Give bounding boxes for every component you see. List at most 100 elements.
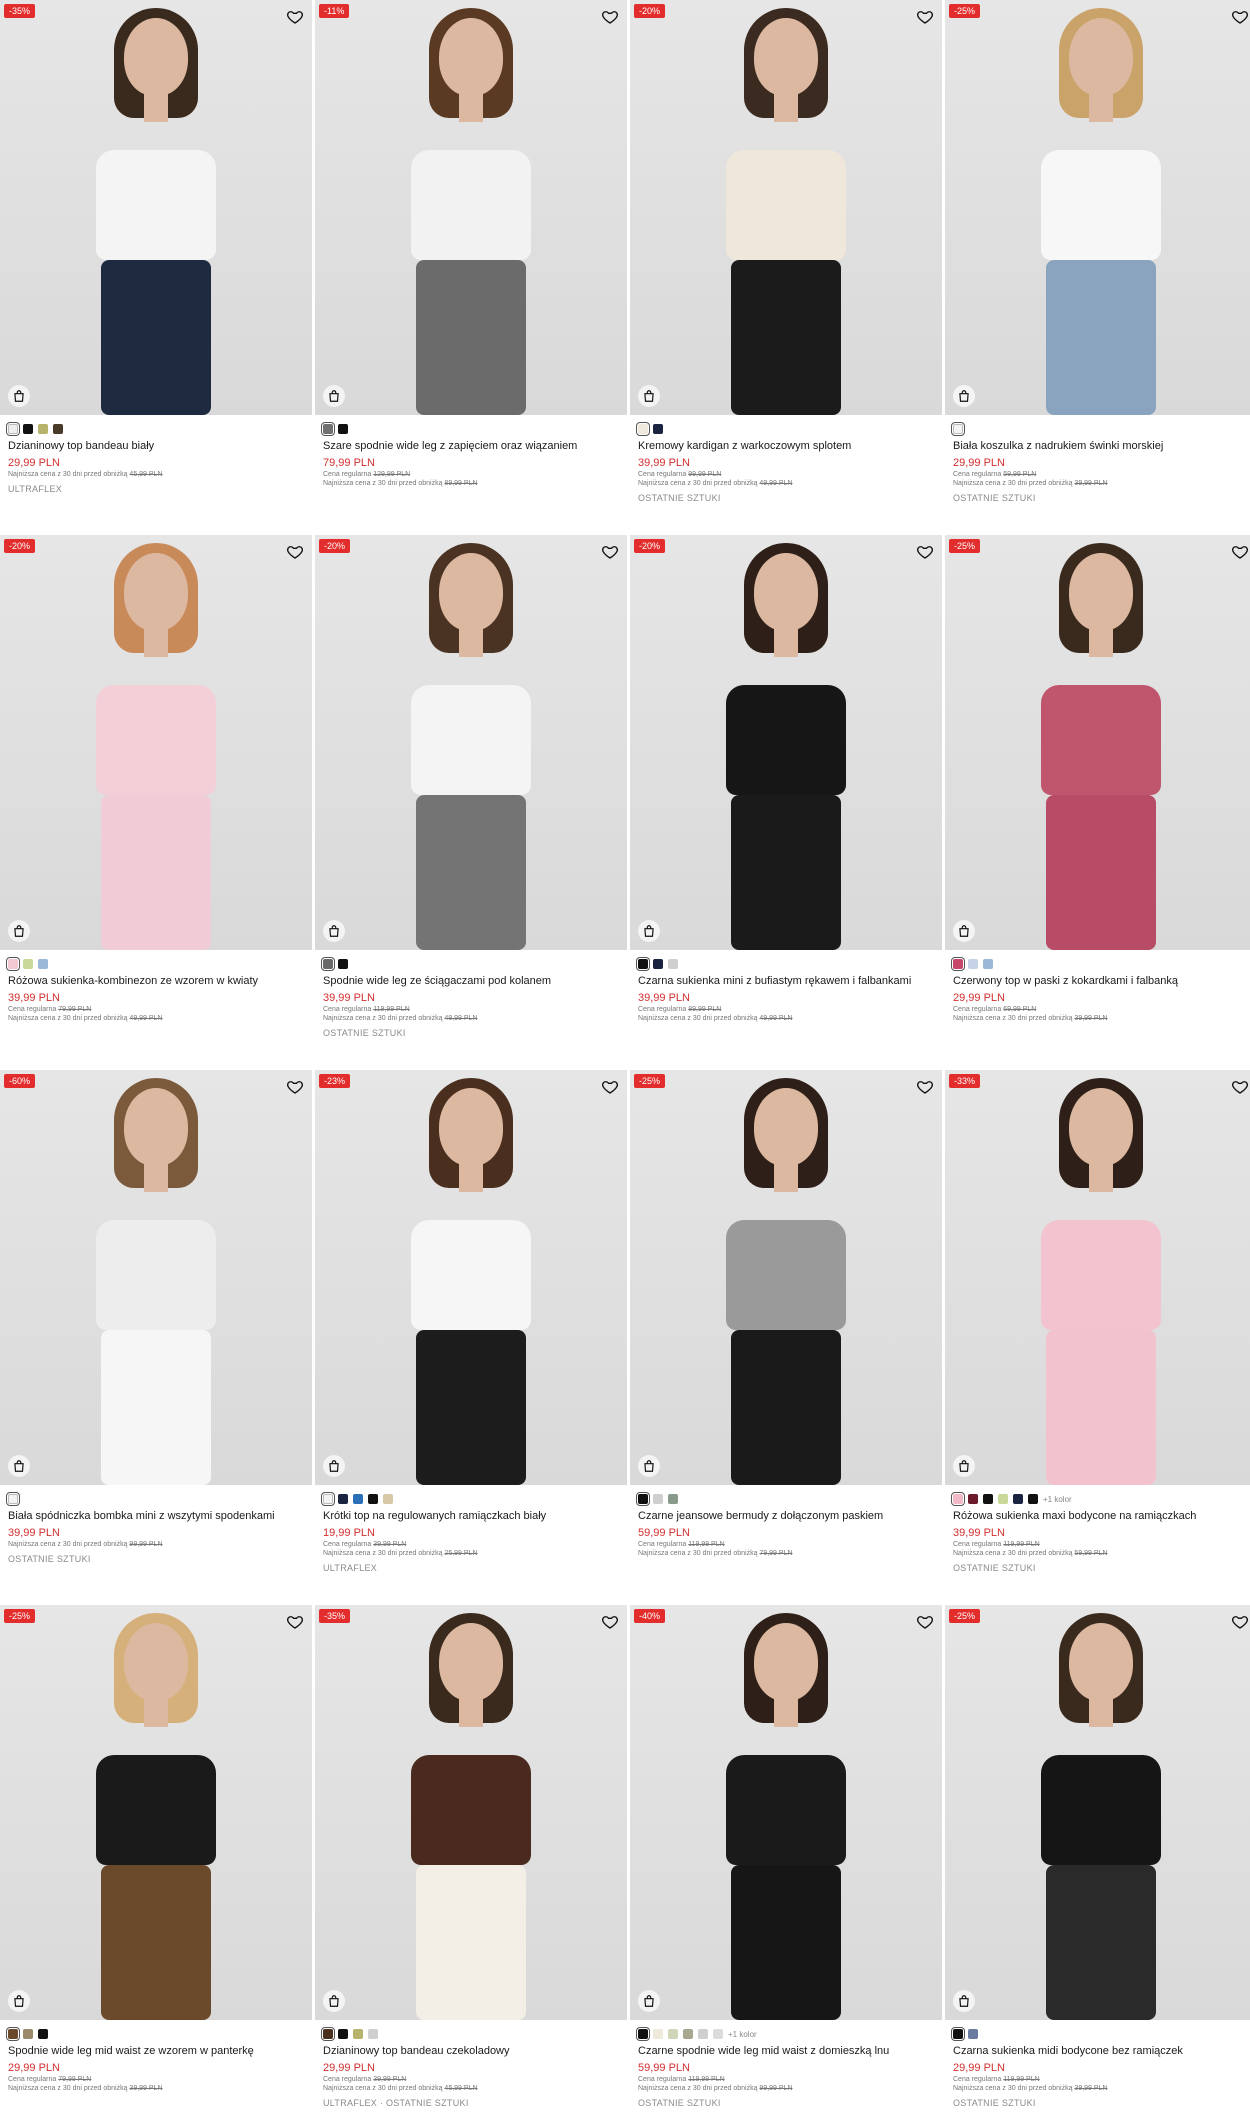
product-image[interactable]: -35% <box>0 0 312 415</box>
color-swatch[interactable] <box>998 1494 1008 1504</box>
product-card[interactable]: -25% Czarne jeansowe bermudy z dołączony… <box>630 1070 942 1605</box>
product-card[interactable]: -20% Czarna sukienka mini z bufiastym rę… <box>630 535 942 1070</box>
product-image[interactable]: -11% <box>315 0 627 415</box>
product-image[interactable]: -25% <box>945 535 1250 950</box>
color-swatch[interactable] <box>968 959 978 969</box>
color-swatch[interactable] <box>353 2029 363 2039</box>
product-card[interactable]: -35% Dzianinowy top bandeau czekoladowy … <box>315 1605 627 2126</box>
product-name[interactable]: Dzianinowy top bandeau czekoladowy <box>323 2045 619 2057</box>
product-name[interactable]: Różowa sukienka maxi bodycone na ramiącz… <box>953 1510 1249 1522</box>
color-swatch[interactable] <box>636 2027 650 2041</box>
heart-icon[interactable] <box>916 543 934 561</box>
product-name[interactable]: Spodnie wide leg mid waist ze wzorem w p… <box>8 2045 304 2057</box>
color-swatch[interactable] <box>668 2029 678 2039</box>
heart-icon[interactable] <box>601 8 619 26</box>
product-card[interactable]: -23% Krótki top na regulowanych ramiączk… <box>315 1070 627 1605</box>
heart-icon[interactable] <box>1231 1078 1249 1096</box>
color-swatch[interactable] <box>38 2029 48 2039</box>
product-image[interactable]: -20% <box>630 535 942 950</box>
heart-icon[interactable] <box>286 1613 304 1631</box>
product-image[interactable]: -20% <box>630 0 942 415</box>
heart-icon[interactable] <box>1231 1613 1249 1631</box>
color-swatch[interactable] <box>653 2029 663 2039</box>
color-swatch[interactable] <box>338 959 348 969</box>
add-to-cart-button[interactable] <box>953 1990 975 2012</box>
color-swatch[interactable] <box>636 422 650 436</box>
product-card[interactable]: -20% Kremowy kardigan z warkoczowym splo… <box>630 0 942 535</box>
product-card[interactable]: -60% Biała spódniczka bombka mini z wszy… <box>0 1070 312 1605</box>
product-image[interactable]: -23% <box>315 1070 627 1485</box>
color-swatch[interactable] <box>653 959 663 969</box>
color-swatch[interactable] <box>653 424 663 434</box>
product-name[interactable]: Dzianinowy top bandeau biały <box>8 440 304 452</box>
add-to-cart-button[interactable] <box>323 1990 345 2012</box>
product-name[interactable]: Czarna sukienka mini z bufiastym rękawem… <box>638 975 934 987</box>
color-swatch[interactable] <box>983 1494 993 1504</box>
color-swatch[interactable] <box>636 957 650 971</box>
add-to-cart-button[interactable] <box>638 1990 660 2012</box>
add-to-cart-button[interactable] <box>323 920 345 942</box>
color-swatch[interactable] <box>968 2029 978 2039</box>
product-name[interactable]: Biała spódniczka bombka mini z wszytymi … <box>8 1510 304 1522</box>
color-swatch[interactable] <box>983 959 993 969</box>
more-colors-label[interactable]: +1 kolor <box>1043 1495 1072 1504</box>
product-card[interactable]: -25% Biała koszulka z nadrukiem świnki m… <box>945 0 1250 535</box>
color-swatch[interactable] <box>951 422 965 436</box>
heart-icon[interactable] <box>916 1078 934 1096</box>
color-swatch[interactable] <box>951 1492 965 1506</box>
product-image[interactable]: -25% <box>945 1605 1250 2020</box>
color-swatch[interactable] <box>713 2029 723 2039</box>
product-image[interactable]: -20% <box>0 535 312 950</box>
product-card[interactable]: -20% Spodnie wide leg ze ściągaczami pod… <box>315 535 627 1070</box>
color-swatch[interactable] <box>38 424 48 434</box>
heart-icon[interactable] <box>286 543 304 561</box>
color-swatch[interactable] <box>698 2029 708 2039</box>
color-swatch[interactable] <box>1028 1494 1038 1504</box>
heart-icon[interactable] <box>916 1613 934 1631</box>
color-swatch[interactable] <box>321 422 335 436</box>
product-name[interactable]: Biała koszulka z nadrukiem świnki morski… <box>953 440 1249 452</box>
product-name[interactable]: Różowa sukienka-kombinezon ze wzorem w k… <box>8 975 304 987</box>
color-swatch[interactable] <box>951 957 965 971</box>
product-name[interactable]: Czarna sukienka midi bodycone bez ramiąc… <box>953 2045 1249 2057</box>
product-card[interactable]: -25% Czarna sukienka midi bodycone bez r… <box>945 1605 1250 2126</box>
product-card[interactable]: -33% +1 kolor Różowa sukienka maxi bodyc… <box>945 1070 1250 1605</box>
heart-icon[interactable] <box>286 8 304 26</box>
product-image[interactable]: -25% <box>0 1605 312 2020</box>
product-image[interactable]: -35% <box>315 1605 627 2020</box>
product-card[interactable]: -20% Różowa sukienka-kombinezon ze wzore… <box>0 535 312 1070</box>
color-swatch[interactable] <box>338 1494 348 1504</box>
color-swatch[interactable] <box>968 1494 978 1504</box>
color-swatch[interactable] <box>321 1492 335 1506</box>
product-card[interactable]: -25% Spodnie wide leg mid waist ze wzore… <box>0 1605 312 2126</box>
color-swatch[interactable] <box>368 2029 378 2039</box>
add-to-cart-button[interactable] <box>638 920 660 942</box>
add-to-cart-button[interactable] <box>638 385 660 407</box>
add-to-cart-button[interactable] <box>8 920 30 942</box>
add-to-cart-button[interactable] <box>638 1455 660 1477</box>
color-swatch[interactable] <box>368 1494 378 1504</box>
product-image[interactable]: -25% <box>945 0 1250 415</box>
heart-icon[interactable] <box>916 8 934 26</box>
product-card[interactable]: -35% Dzianinowy top bandeau biały 29,99 … <box>0 0 312 535</box>
color-swatch[interactable] <box>338 2029 348 2039</box>
add-to-cart-button[interactable] <box>8 1990 30 2012</box>
product-name[interactable]: Czarne jeansowe bermudy z dołączonym pas… <box>638 1510 934 1522</box>
color-swatch[interactable] <box>951 2027 965 2041</box>
color-swatch[interactable] <box>6 957 20 971</box>
add-to-cart-button[interactable] <box>8 385 30 407</box>
product-card[interactable]: -11% Szare spodnie wide leg z zapięciem … <box>315 0 627 535</box>
product-name[interactable]: Krótki top na regulowanych ramiączkach b… <box>323 1510 619 1522</box>
product-image[interactable]: -60% <box>0 1070 312 1485</box>
color-swatch[interactable] <box>6 2027 20 2041</box>
color-swatch[interactable] <box>6 1492 20 1506</box>
heart-icon[interactable] <box>601 1078 619 1096</box>
product-card[interactable]: -40% +1 kolor Czarne spodnie wide leg mi… <box>630 1605 942 2126</box>
color-swatch[interactable] <box>321 957 335 971</box>
product-name[interactable]: Kremowy kardigan z warkoczowym splotem <box>638 440 934 452</box>
color-swatch[interactable] <box>653 1494 663 1504</box>
product-image[interactable]: -20% <box>315 535 627 950</box>
heart-icon[interactable] <box>601 543 619 561</box>
color-swatch[interactable] <box>53 424 63 434</box>
color-swatch[interactable] <box>668 1494 678 1504</box>
